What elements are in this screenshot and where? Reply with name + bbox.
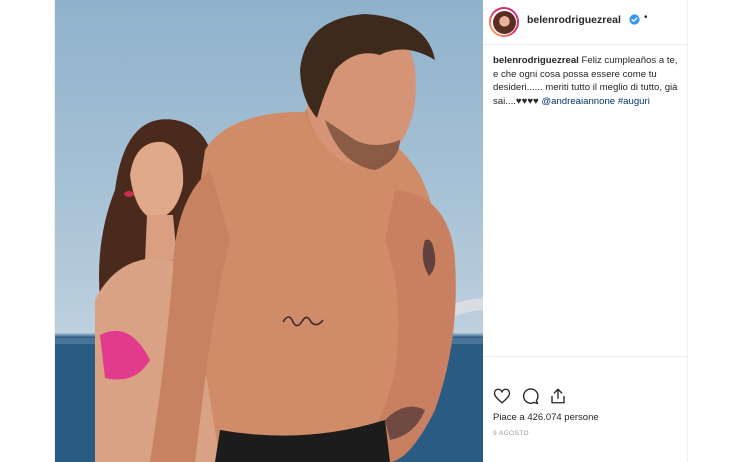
caption-username[interactable]: belenrodriguezreal [493,55,579,66]
instagram-post: belenrodriguezreal • belenrodriguezreal … [54,0,688,462]
avatar[interactable] [489,7,519,37]
post-date[interactable]: 9 AGOSTO [493,430,529,437]
verified-badge-icon [629,14,640,25]
photo-illustration [55,14,483,462]
header-separator: • [644,12,648,23]
post-caption: belenrodriguezreal Feliz cumpleaños a te… [493,54,681,108]
mention-link[interactable]: @andreaiannone [541,96,615,107]
share-icon[interactable] [549,387,567,405]
likes-count[interactable]: Piace a 426.074 persone [493,412,599,423]
comment-icon[interactable] [521,387,539,405]
avatar-ring [491,9,517,35]
avatar-image [492,10,516,34]
post-photo[interactable] [55,0,483,462]
heart-icon[interactable] [493,387,511,405]
username-link[interactable]: belenrodriguezreal [527,14,621,26]
hashtag-link[interactable]: #auguri [618,96,650,107]
post-header: belenrodriguezreal • [483,0,687,45]
post-actions: Piace a 426.074 persone 9 AGOSTO [483,356,687,437]
post-sidebar: belenrodriguezreal • belenrodriguezreal … [483,0,687,462]
